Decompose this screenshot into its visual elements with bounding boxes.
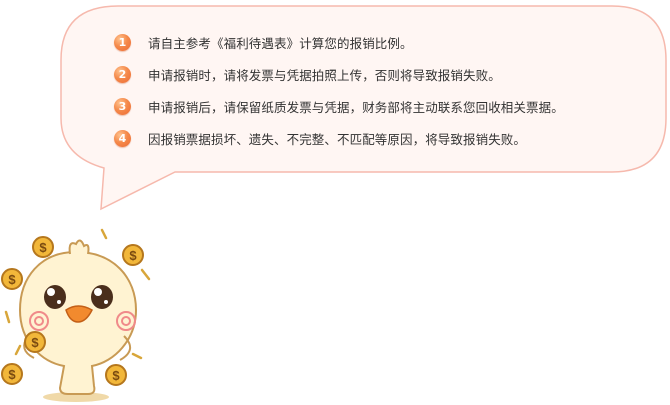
notice-text: 申请报销后，请保留纸质发票与凭据，财务部将主动联系您回收相关票据。 <box>148 99 564 115</box>
svg-text:$: $ <box>31 335 39 350</box>
notice-text: 请自主参考《福利待遇表》计算您的报销比例。 <box>148 35 413 51</box>
svg-text:$: $ <box>39 240 47 255</box>
number-badge: 1 <box>114 33 131 51</box>
notice-list: 1 请自主参考《福利待遇表》计算您的报销比例。 2 申请报销时，请将发票与凭据拍… <box>114 26 564 154</box>
coin-icon: $ <box>105 364 127 386</box>
coin-icon: $ <box>1 268 23 290</box>
reimbursement-notice-panel: 1 请自主参考《福利待遇表》计算您的报销比例。 2 申请报销时，请将发票与凭据拍… <box>0 0 670 405</box>
notice-text: 申请报销时，请将发票与凭据拍照上传，否则将导致报销失败。 <box>148 67 501 83</box>
number-badge: 3 <box>114 97 131 115</box>
notice-item: 4 因报销票据损坏、遗失、不完整、不匹配等原因，将导致报销失败。 <box>114 122 564 154</box>
notice-text: 因报销票据损坏、遗失、不完整、不匹配等原因，将导致报销失败。 <box>148 131 527 147</box>
svg-text:$: $ <box>8 272 16 287</box>
notice-item: 3 申请报销后，请保留纸质发票与凭据，财务部将主动联系您回收相关票据。 <box>114 90 564 122</box>
notice-item: 2 申请报销时，请将发票与凭据拍照上传，否则将导致报销失败。 <box>114 58 564 90</box>
chick-with-coins-icon: $ $ $ $ $ $ <box>1 228 151 402</box>
coin-icon: $ <box>122 244 144 266</box>
coin-icon: $ <box>1 363 23 385</box>
svg-text:$: $ <box>112 368 120 383</box>
svg-text:$: $ <box>8 367 16 382</box>
notice-item: 1 请自主参考《福利待遇表》计算您的报销比例。 <box>114 26 564 58</box>
coin-icon: $ <box>24 331 46 353</box>
coin-icon: $ <box>32 236 54 258</box>
number-badge: 2 <box>114 65 131 83</box>
number-badge: 4 <box>114 129 131 147</box>
svg-text:$: $ <box>129 248 137 263</box>
